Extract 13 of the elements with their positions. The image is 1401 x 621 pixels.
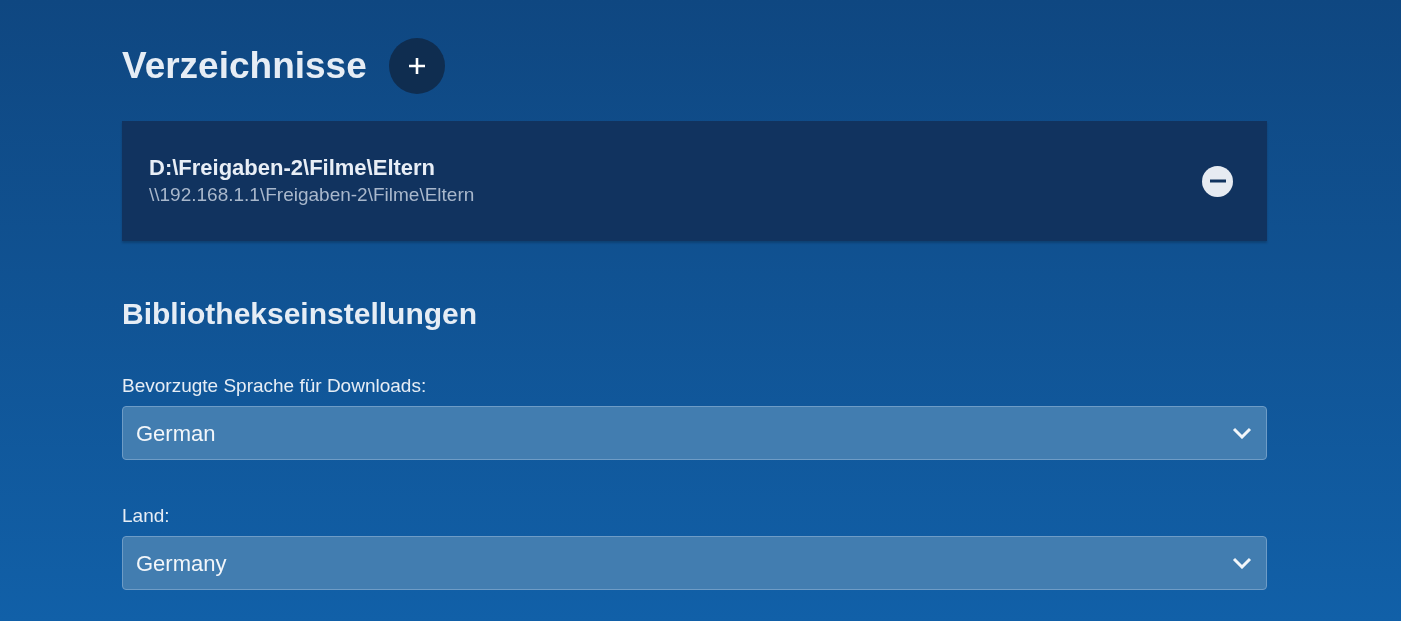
field-label: Land: xyxy=(122,504,171,528)
directory-path: D:\Freigaben-2\Filme\Eltern xyxy=(149,154,437,182)
chevron-down-icon xyxy=(1232,557,1252,569)
network-path: \\192.168.1.1\Freigaben-2\Filme\Eltern xyxy=(149,183,475,207)
field-label: Bevorzugte Sprache für Downloads: xyxy=(122,374,428,398)
minus-icon xyxy=(1209,179,1226,183)
dropdown[interactable]: German xyxy=(122,406,1267,460)
dropdown[interactable]: Germany xyxy=(122,536,1267,590)
section-heading: Verzeichnisse xyxy=(122,44,367,89)
chevron-down-icon xyxy=(1232,427,1252,439)
section-heading: Bibliothekseinstellungen xyxy=(122,296,479,332)
remove-button[interactable] xyxy=(1202,165,1233,197)
plus-icon xyxy=(407,57,426,75)
